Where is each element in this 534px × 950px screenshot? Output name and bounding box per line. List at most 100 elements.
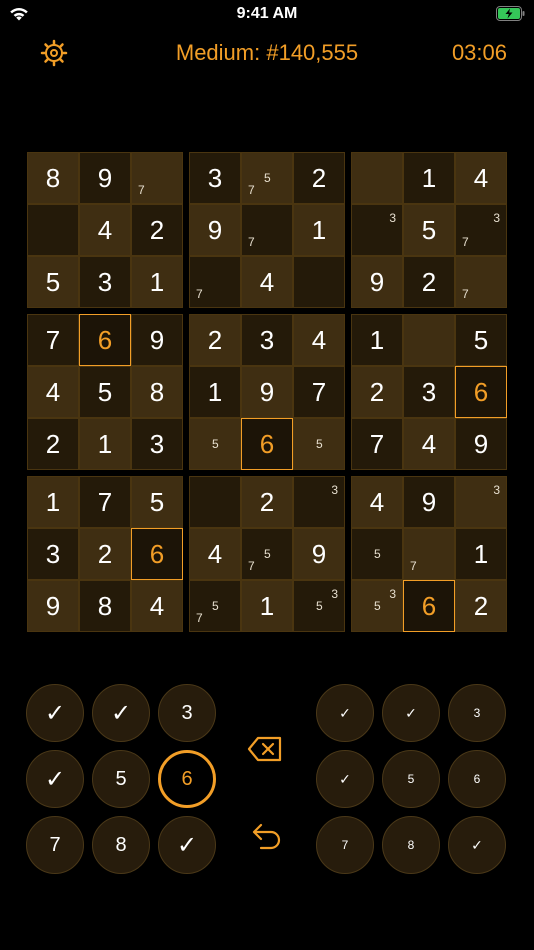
undo-icon[interactable] — [251, 822, 283, 852]
sudoku-cell[interactable]: 9 — [131, 314, 183, 366]
sudoku-cell[interactable]: 7 — [79, 476, 131, 528]
sudoku-cell[interactable]: 2 — [293, 152, 345, 204]
sudoku-cell[interactable]: 3 — [403, 366, 455, 418]
sudoku-cell[interactable]: 2 — [131, 204, 183, 256]
sudoku-cell[interactable]: 1 — [241, 580, 293, 632]
sudoku-cell[interactable]: 7 — [241, 204, 293, 256]
sudoku-cell[interactable]: 7 — [455, 256, 507, 308]
sudoku-cell[interactable]: 1 — [403, 152, 455, 204]
sudoku-cell[interactable]: 4 — [27, 366, 79, 418]
sudoku-cell[interactable]: 5 — [131, 476, 183, 528]
sudoku-cell[interactable]: 75 — [241, 528, 293, 580]
sudoku-cell[interactable]: 1 — [131, 256, 183, 308]
sudoku-cell[interactable]: 4 — [189, 528, 241, 580]
sudoku-cell[interactable]: 5 — [27, 256, 79, 308]
sudoku-cell[interactable] — [403, 314, 455, 366]
sudoku-cell[interactable]: 1 — [79, 418, 131, 470]
completed-digit-key[interactable]: ✓ — [382, 684, 440, 742]
sudoku-cell[interactable]: 4 — [403, 418, 455, 470]
sudoku-cell[interactable]: 6 — [79, 314, 131, 366]
sudoku-cell[interactable]: 3 — [189, 152, 241, 204]
completed-digit-key[interactable]: ✓ — [316, 684, 374, 742]
sudoku-cell[interactable]: 53 — [293, 580, 345, 632]
completed-digit-key[interactable]: ✓ — [26, 750, 84, 808]
sudoku-cell[interactable]: 1 — [189, 366, 241, 418]
sudoku-cell[interactable]: 9 — [241, 366, 293, 418]
sudoku-cell[interactable]: 6 — [241, 418, 293, 470]
completed-digit-key[interactable]: ✓ — [316, 750, 374, 808]
sudoku-cell[interactable]: 3 — [351, 204, 403, 256]
sudoku-cell[interactable]: 8 — [79, 580, 131, 632]
completed-digit-key[interactable]: ✓ — [158, 816, 216, 874]
backspace-icon[interactable] — [247, 736, 283, 762]
sudoku-cell[interactable]: 3 — [27, 528, 79, 580]
sudoku-cell[interactable]: 2 — [403, 256, 455, 308]
sudoku-cell[interactable]: 75 — [189, 580, 241, 632]
sudoku-cell[interactable]: 7 — [351, 418, 403, 470]
sudoku-cell[interactable] — [189, 476, 241, 528]
sudoku-cell[interactable]: 1 — [351, 314, 403, 366]
digit-key[interactable]: 8 — [382, 816, 440, 874]
digit-key[interactable]: 6 — [158, 750, 216, 808]
sudoku-cell[interactable]: 5 — [79, 366, 131, 418]
sudoku-cell[interactable]: 2 — [351, 366, 403, 418]
sudoku-cell[interactable]: 8 — [131, 366, 183, 418]
sudoku-cell[interactable]: 7 — [27, 314, 79, 366]
sudoku-cell[interactable]: 5 — [189, 418, 241, 470]
sudoku-cell[interactable]: 4 — [293, 314, 345, 366]
sudoku-cell[interactable]: 9 — [79, 152, 131, 204]
sudoku-cell[interactable]: 9 — [189, 204, 241, 256]
sudoku-cell[interactable]: 5 — [293, 418, 345, 470]
digit-key[interactable]: 8 — [92, 816, 150, 874]
sudoku-cell[interactable]: 5 — [351, 528, 403, 580]
sudoku-cell[interactable]: 2 — [241, 476, 293, 528]
sudoku-cell[interactable]: 9 — [403, 476, 455, 528]
sudoku-cell[interactable]: 1 — [293, 204, 345, 256]
sudoku-cell[interactable]: 2 — [79, 528, 131, 580]
sudoku-cell[interactable] — [293, 256, 345, 308]
sudoku-cell[interactable]: 4 — [455, 152, 507, 204]
sudoku-cell[interactable]: 3 — [455, 476, 507, 528]
digit-key[interactable]: 7 — [316, 816, 374, 874]
sudoku-cell[interactable]: 3 — [293, 476, 345, 528]
digit-key[interactable]: 5 — [92, 750, 150, 808]
sudoku-cell[interactable]: 6 — [455, 366, 507, 418]
sudoku-cell[interactable]: 7 — [189, 256, 241, 308]
sudoku-cell[interactable]: 4 — [351, 476, 403, 528]
completed-digit-key[interactable]: ✓ — [26, 684, 84, 742]
sudoku-cell[interactable]: 6 — [131, 528, 183, 580]
sudoku-cell[interactable]: 3 — [79, 256, 131, 308]
sudoku-cell[interactable]: 7 — [293, 366, 345, 418]
sudoku-cell[interactable]: 7 — [131, 152, 183, 204]
digit-key[interactable]: 6 — [448, 750, 506, 808]
sudoku-cell[interactable]: 2 — [189, 314, 241, 366]
sudoku-cell[interactable]: 1 — [455, 528, 507, 580]
sudoku-cell[interactable]: 53 — [351, 580, 403, 632]
completed-digit-key[interactable]: ✓ — [92, 684, 150, 742]
sudoku-cell[interactable] — [351, 152, 403, 204]
sudoku-cell[interactable]: 37 — [455, 204, 507, 256]
digit-key[interactable]: 5 — [382, 750, 440, 808]
sudoku-cell[interactable]: 8 — [27, 152, 79, 204]
digit-key[interactable]: 3 — [158, 684, 216, 742]
digit-key[interactable]: 3 — [448, 684, 506, 742]
sudoku-cell[interactable]: 7 — [403, 528, 455, 580]
completed-digit-key[interactable]: ✓ — [448, 816, 506, 874]
sudoku-cell[interactable]: 5 — [403, 204, 455, 256]
sudoku-cell[interactable]: 9 — [27, 580, 79, 632]
sudoku-cell[interactable]: 75 — [241, 152, 293, 204]
digit-key[interactable]: 7 — [26, 816, 84, 874]
sudoku-cell[interactable]: 2 — [27, 418, 79, 470]
sudoku-cell[interactable]: 1 — [27, 476, 79, 528]
sudoku-cell[interactable]: 9 — [455, 418, 507, 470]
sudoku-cell[interactable]: 4 — [241, 256, 293, 308]
sudoku-cell[interactable]: 4 — [79, 204, 131, 256]
sudoku-cell[interactable]: 2 — [455, 580, 507, 632]
sudoku-cell[interactable]: 9 — [351, 256, 403, 308]
sudoku-cell[interactable]: 4 — [131, 580, 183, 632]
sudoku-cell[interactable]: 3 — [131, 418, 183, 470]
sudoku-cell[interactable]: 3 — [241, 314, 293, 366]
sudoku-cell[interactable]: 9 — [293, 528, 345, 580]
sudoku-cell[interactable]: 5 — [455, 314, 507, 366]
sudoku-cell[interactable]: 6 — [403, 580, 455, 632]
